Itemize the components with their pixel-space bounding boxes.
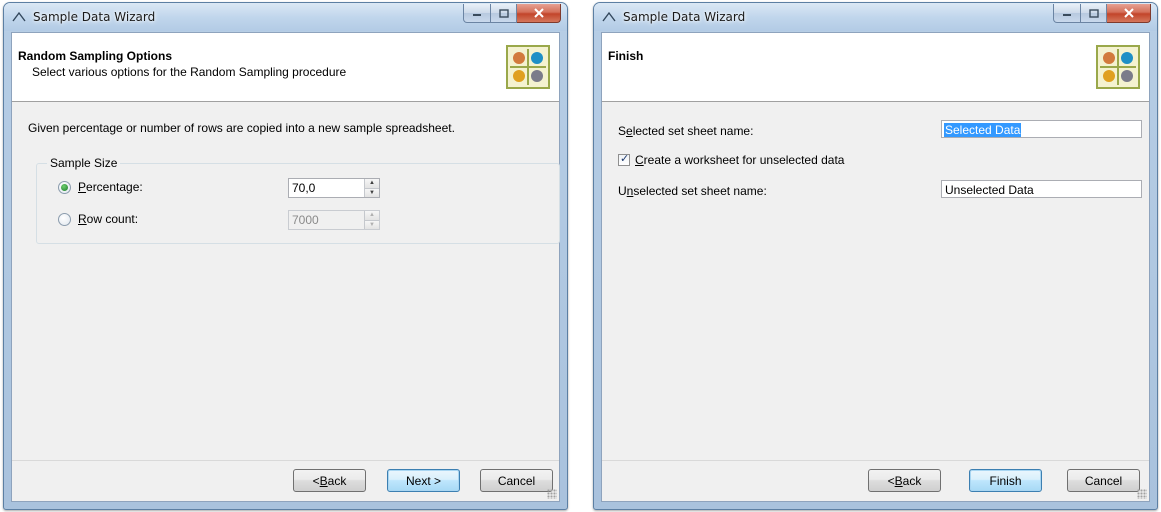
page-title: Finish — [608, 49, 644, 63]
next-button[interactable]: Next > — [387, 469, 460, 492]
selected-sheet-name-value[interactable]: Selected Data — [944, 123, 1022, 137]
minimize-button[interactable] — [1053, 4, 1081, 23]
wizard-header: Finish — [602, 33, 1149, 102]
spin-buttons: ▲ ▼ — [364, 211, 379, 229]
maximize-icon — [1088, 8, 1099, 18]
selected-sheet-label: Selected set sheet name: — [618, 124, 754, 138]
wizard-client-area: Random Sampling Options Select various o… — [11, 32, 560, 502]
wizard-logo-icon — [506, 45, 550, 89]
spin-buttons: ▲ ▼ — [364, 179, 379, 197]
row-count-value: 7000 — [292, 213, 319, 227]
resize-grip[interactable] — [547, 489, 557, 499]
percentage-value[interactable]: 70,0 — [292, 181, 315, 195]
percentage-radio[interactable] — [58, 180, 71, 194]
percentage-stepper[interactable]: 70,0 ▲ ▼ — [288, 178, 380, 198]
minimize-icon — [1063, 14, 1071, 16]
finish-button[interactable]: Finish — [969, 469, 1042, 492]
unselected-sheet-name-value[interactable]: Unselected Data — [945, 183, 1034, 197]
minimize-icon — [473, 14, 481, 16]
row-count-label: Row count: — [78, 212, 139, 226]
unselected-sheet-label: Unselected set sheet name: — [618, 184, 767, 198]
maximize-icon — [498, 8, 509, 18]
cancel-button[interactable]: Cancel — [1067, 469, 1140, 492]
back-button[interactable]: < Back — [868, 469, 941, 492]
percentage-label: Percentage: — [78, 180, 143, 194]
minimize-button[interactable] — [463, 4, 491, 23]
page-subtitle: Select various options for the Random Sa… — [32, 65, 347, 79]
wizard-window-random-sampling: Sample Data Wizard Random Sampling Optio… — [3, 2, 568, 510]
row-count-stepper: 7000 ▲ ▼ — [288, 210, 380, 230]
title-bar[interactable]: Sample Data Wizard — [4, 3, 567, 31]
window-title: Sample Data Wizard — [623, 10, 746, 24]
window-title: Sample Data Wizard — [33, 10, 156, 24]
row-count-radio[interactable] — [58, 212, 71, 226]
close-icon — [533, 8, 544, 18]
selected-sheet-name-input[interactable]: Selected Data — [941, 120, 1142, 138]
wizard-footer: < Back Finish Cancel — [602, 460, 1149, 501]
cancel-button[interactable]: Cancel — [480, 469, 553, 492]
create-unselected-label: Create a worksheet for unselected data — [635, 153, 845, 167]
spin-up-icon: ▲ — [365, 211, 379, 221]
close-icon — [1123, 8, 1134, 18]
row-count-option[interactable]: Row count: — [58, 210, 138, 228]
wizard-window-finish: Sample Data Wizard Finish Selected set s… — [593, 2, 1158, 510]
spin-down-icon: ▼ — [365, 220, 379, 229]
caption-buttons — [1053, 4, 1151, 23]
close-button[interactable] — [1107, 4, 1151, 23]
wizard-logo-icon — [1096, 45, 1140, 89]
title-bar[interactable]: Sample Data Wizard — [594, 3, 1157, 31]
spin-up-icon[interactable]: ▲ — [365, 179, 379, 189]
unselected-sheet-name-input[interactable]: Unselected Data — [941, 180, 1142, 198]
caption-buttons — [463, 4, 561, 23]
sample-size-group: Sample Size Percentage: 70,0 ▲ ▼ Row cou… — [36, 156, 560, 244]
wizard-wand-icon — [12, 11, 26, 22]
spin-down-icon[interactable]: ▼ — [365, 188, 379, 197]
description-text: Given percentage or number of rows are c… — [28, 121, 455, 135]
back-button[interactable]: < Back — [293, 469, 366, 492]
maximize-button[interactable] — [1081, 4, 1107, 23]
percentage-option[interactable]: Percentage: — [58, 178, 143, 196]
wizard-header: Random Sampling Options Select various o… — [12, 33, 559, 102]
wizard-footer: < Back Next > Cancel — [12, 460, 559, 501]
maximize-button[interactable] — [491, 4, 517, 23]
page-title: Random Sampling Options — [18, 49, 173, 63]
create-unselected-checkbox[interactable] — [618, 152, 630, 166]
group-label: Sample Size — [47, 156, 121, 170]
resize-grip[interactable] — [1137, 489, 1147, 499]
wizard-wand-icon — [602, 11, 616, 22]
create-unselected-worksheet-option[interactable]: Create a worksheet for unselected data — [618, 152, 845, 167]
close-button[interactable] — [517, 4, 561, 23]
wizard-client-area: Finish Selected set sheet name: Selected… — [601, 32, 1150, 502]
